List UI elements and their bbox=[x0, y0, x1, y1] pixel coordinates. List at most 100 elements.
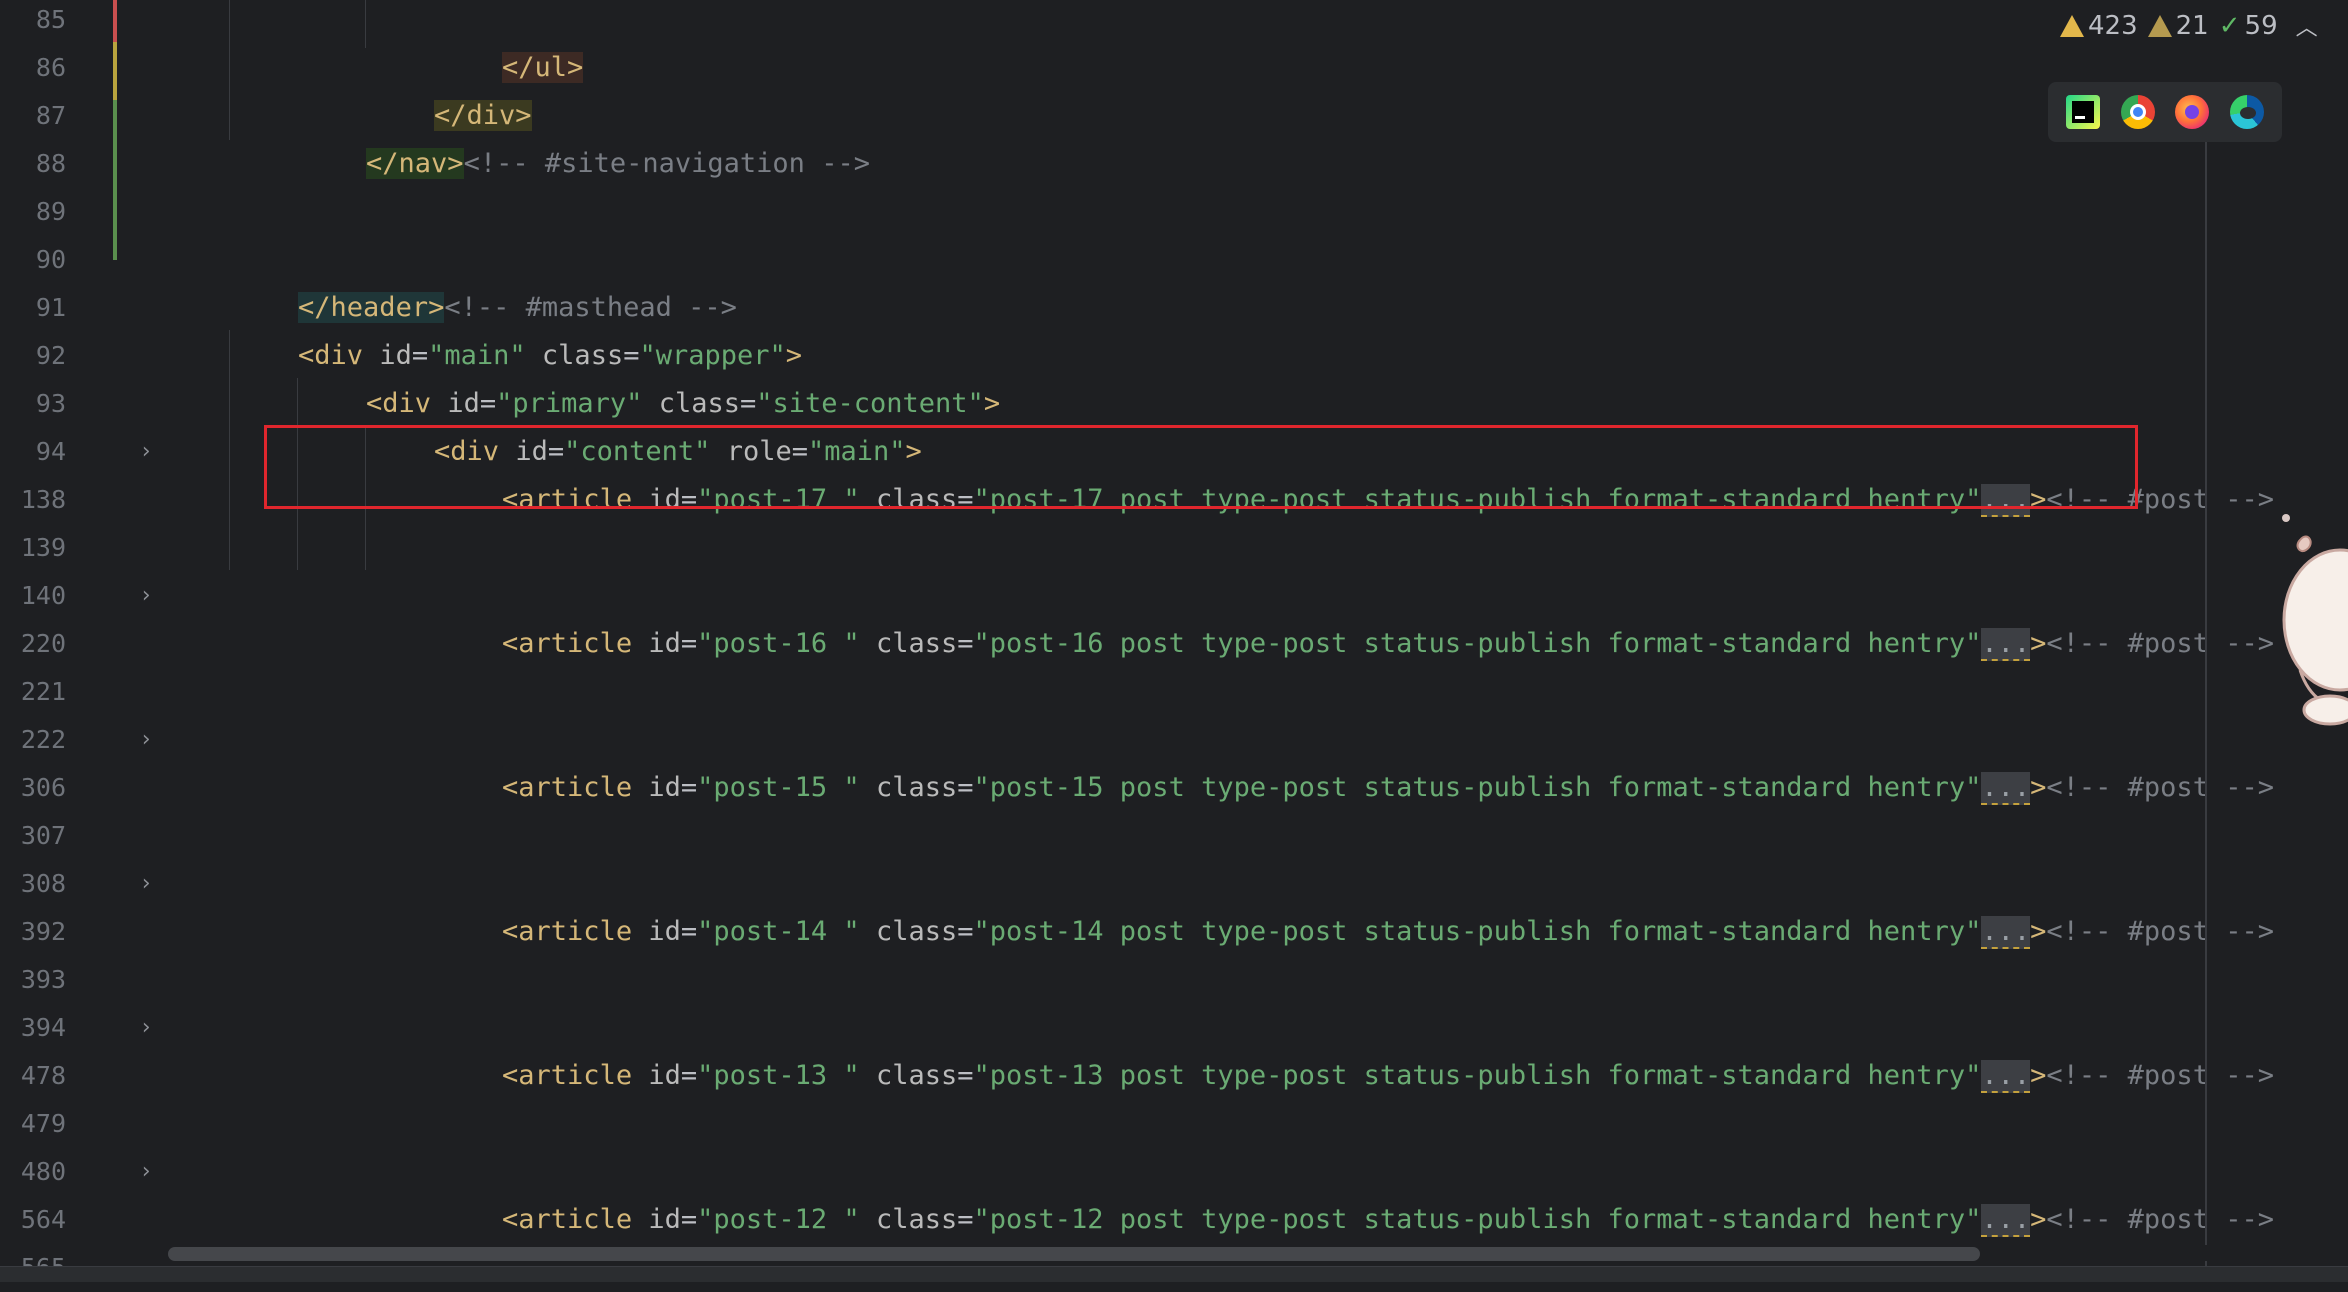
warnings-count: 423 bbox=[2088, 11, 2138, 41]
code-line-article-post-14[interactable]: <article id="post-14 " class="post-14 po… bbox=[437, 860, 2274, 949]
line-number: 89 bbox=[35, 197, 66, 226]
attr-value: "post-15 " bbox=[697, 772, 860, 803]
code-line-article-post-16[interactable]: <article id="post-16 " class="post-16 po… bbox=[437, 572, 2274, 661]
change-marker-deleted[interactable] bbox=[113, 0, 117, 42]
tag-open: <article bbox=[502, 1204, 633, 1235]
line-number: 306 bbox=[20, 773, 66, 802]
attr-value: "post-12 " bbox=[697, 1204, 860, 1235]
tag-close: > bbox=[2030, 772, 2047, 803]
fold-expand-icon[interactable]: › bbox=[134, 1148, 158, 1196]
attr-name: class bbox=[875, 628, 958, 659]
typos-count: 59 bbox=[2244, 11, 2278, 41]
line-number: 91 bbox=[35, 293, 66, 322]
chevron-up-icon[interactable]: ︿ bbox=[2296, 10, 2318, 42]
code-line-article-post-12[interactable]: <article id="post-12 " class="post-12 po… bbox=[437, 1148, 2274, 1237]
tag-close: > bbox=[2030, 916, 2047, 947]
pycharm-icon[interactable] bbox=[2066, 95, 2101, 129]
comment: <!-- #post --> bbox=[2046, 1060, 2274, 1091]
attr-name: id bbox=[648, 1204, 681, 1235]
line-number: 478 bbox=[20, 1061, 66, 1090]
line-number: 480 bbox=[20, 1157, 66, 1186]
chrome-icon[interactable] bbox=[2120, 95, 2155, 129]
line-number: 92 bbox=[35, 341, 66, 370]
weak-warnings-indicator[interactable]: 21 bbox=[2147, 11, 2209, 41]
code-line-91[interactable]: <div id="main" class="wrapper"> bbox=[233, 284, 802, 371]
fold-expand-icon[interactable]: › bbox=[134, 1004, 158, 1052]
line-number: 479 bbox=[20, 1109, 66, 1138]
attr-name: id bbox=[648, 1060, 681, 1091]
attr-name: class bbox=[875, 1060, 958, 1091]
typos-indicator[interactable]: ✓ 59 bbox=[2219, 11, 2278, 41]
attr-value: "post-16 " bbox=[697, 628, 860, 659]
attr-name: class bbox=[875, 916, 958, 947]
line-number: 85 bbox=[35, 5, 66, 34]
folded-region-placeholder[interactable]: ... bbox=[1981, 1204, 2031, 1237]
code-line-85[interactable]: </ul> bbox=[437, 0, 584, 83]
attr-value: "post-13 " bbox=[697, 1060, 860, 1091]
code-line-93[interactable]: <div id="content" role="main"> bbox=[369, 380, 922, 467]
code-line-92[interactable]: <div id="primary" class="site-content"> bbox=[301, 332, 1000, 419]
tag-open: <article bbox=[502, 628, 633, 659]
inspection-widget[interactable]: 423 21 ✓ 59 ︿ bbox=[2060, 6, 2318, 46]
bottom-panel-edge bbox=[0, 1266, 2348, 1282]
change-marker-added[interactable] bbox=[113, 100, 117, 260]
line-number: 307 bbox=[20, 821, 66, 850]
line-number: 564 bbox=[20, 1205, 66, 1234]
line-number: 94 bbox=[35, 437, 66, 466]
fold-expand-icon[interactable]: › bbox=[134, 428, 158, 476]
comment: <!-- #site-navigation --> bbox=[463, 148, 870, 179]
attr-name: class bbox=[875, 1204, 958, 1235]
attr-name: id bbox=[648, 772, 681, 803]
line-number: 308 bbox=[20, 869, 66, 898]
change-marker-modified[interactable] bbox=[113, 42, 117, 102]
fold-expand-icon[interactable]: › bbox=[134, 860, 158, 908]
typo-check-icon: ✓ bbox=[2218, 11, 2241, 41]
code-line-90[interactable]: </header><!-- #masthead --> bbox=[233, 236, 737, 323]
code-editor[interactable]: 85 86 87 88 89 90 91 92 93 94 138 139 14… bbox=[0, 0, 2348, 1282]
attr-value: "post-13 post type-post status-publish f… bbox=[973, 1060, 1982, 1091]
line-number: 87 bbox=[35, 101, 66, 130]
folded-region-placeholder[interactable]: ... bbox=[1981, 916, 2031, 949]
line-number: 392 bbox=[20, 917, 66, 946]
warning-icon bbox=[2060, 15, 2084, 37]
line-number: 221 bbox=[20, 677, 66, 706]
horizontal-scrollbar-thumb[interactable] bbox=[168, 1247, 1980, 1261]
attr-value: "post-14 post type-post status-publish f… bbox=[973, 916, 1982, 947]
browser-preview-toolbar bbox=[2048, 82, 2282, 142]
code-line-article-post-15[interactable]: <article id="post-15 " class="post-15 po… bbox=[437, 716, 2274, 805]
weak-warnings-count: 21 bbox=[2175, 11, 2209, 41]
tag-close: > bbox=[2030, 1204, 2047, 1235]
comment: <!-- #post --> bbox=[2046, 1204, 2274, 1235]
folded-region-placeholder[interactable]: ... bbox=[1981, 628, 2031, 661]
line-number: 140 bbox=[20, 581, 66, 610]
attr-name: id bbox=[648, 628, 681, 659]
edge-icon[interactable] bbox=[2229, 95, 2264, 129]
attr-name: id bbox=[648, 916, 681, 947]
line-number: 394 bbox=[20, 1013, 66, 1042]
tag-close: > bbox=[2030, 1060, 2047, 1091]
line-number: 93 bbox=[35, 389, 66, 418]
line-number: 90 bbox=[35, 245, 66, 274]
attr-value: "post-15 post type-post status-publish f… bbox=[973, 772, 1982, 803]
code-line-87[interactable]: </nav><!-- #site-navigation --> bbox=[301, 92, 870, 179]
folded-region-placeholder[interactable]: ... bbox=[1981, 772, 2031, 805]
comment: <!-- #post --> bbox=[2046, 772, 2274, 803]
folded-region-placeholder[interactable]: ... bbox=[1981, 1060, 2031, 1093]
line-number: 88 bbox=[35, 149, 66, 178]
indent-guide bbox=[229, 330, 230, 570]
line-number: 393 bbox=[20, 965, 66, 994]
fold-expand-icon[interactable]: › bbox=[134, 572, 158, 620]
attr-value: "post-14 " bbox=[697, 916, 860, 947]
attr-name: class bbox=[875, 772, 958, 803]
code-line-article-post-13[interactable]: <article id="post-13 " class="post-13 po… bbox=[437, 1004, 2274, 1093]
code-line-86[interactable]: </div> bbox=[369, 44, 532, 131]
comment: <!-- #post --> bbox=[2046, 628, 2274, 659]
indent-guide bbox=[229, 0, 230, 140]
fold-expand-icon[interactable]: › bbox=[134, 716, 158, 764]
indent-guide bbox=[365, 0, 366, 48]
attr-value: "post-16 post type-post status-publish f… bbox=[973, 628, 1982, 659]
line-number: 222 bbox=[20, 725, 66, 754]
firefox-icon[interactable] bbox=[2175, 95, 2210, 129]
warnings-indicator[interactable]: 423 bbox=[2060, 11, 2138, 41]
attr-value: "post-12 post type-post status-publish f… bbox=[973, 1204, 1982, 1235]
